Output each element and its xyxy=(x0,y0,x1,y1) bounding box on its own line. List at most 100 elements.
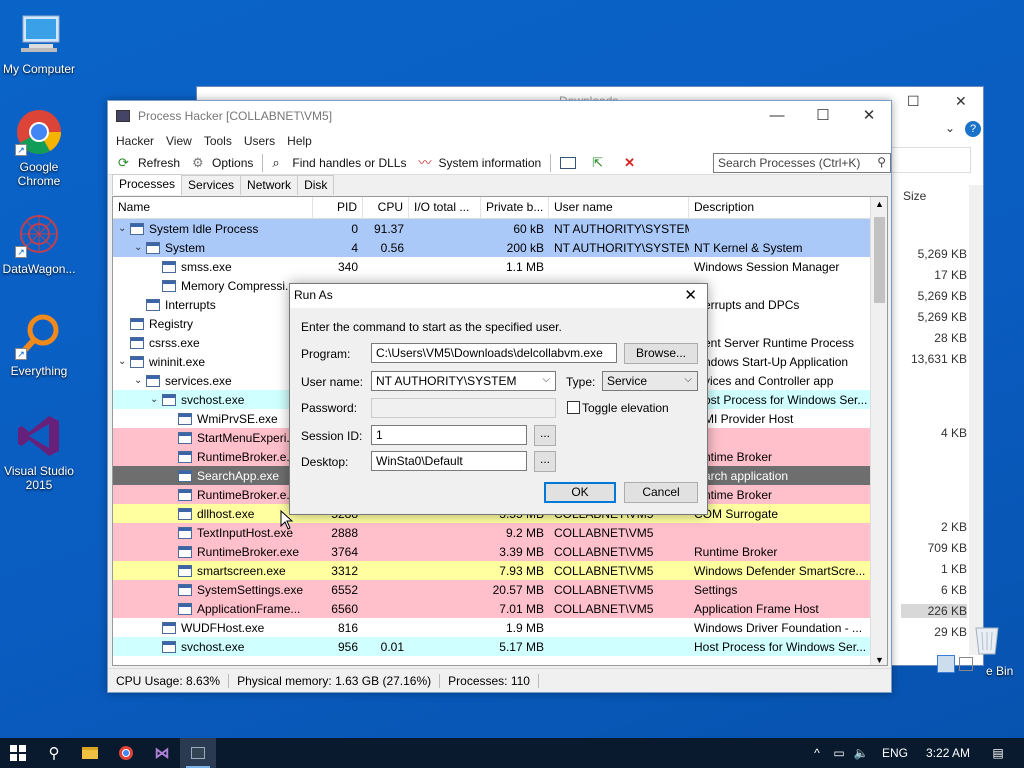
run-as-dialog[interactable]: Run As ✕ Enter the command to start as t… xyxy=(289,283,708,515)
desktop-icon-chrome[interactable]: ↗ Google Chrome xyxy=(1,108,77,188)
cancel-button[interactable]: Cancel xyxy=(624,482,698,503)
table-row[interactable]: RuntimeBroker.exe 3764 3.39 MB COLLABNET\VM… xyxy=(113,542,887,561)
close-icon[interactable]: ✕ xyxy=(955,93,967,110)
notification-icon[interactable]: ▤ xyxy=(978,746,1018,760)
process-name: SearchApp.exe xyxy=(197,468,280,483)
table-row[interactable]: TextInputHost.exe 2888 9.2 MB COLLABNET\VM5 xyxy=(113,523,887,542)
browse-button[interactable]: Browse... xyxy=(624,343,698,364)
column-headers: Name PID CPU I/O total ... Private b... … xyxy=(113,197,887,219)
table-row[interactable]: smartscreen.exe 3312 7.93 MB COLLABNET\VM5 W… xyxy=(113,561,887,580)
column-private-bytes[interactable]: Private b... xyxy=(481,197,549,218)
table-row[interactable]: ApplicationFrame... 6560 7.01 MB COLLABNET\… xyxy=(113,599,887,618)
menu-tools[interactable]: Tools xyxy=(198,134,238,148)
taskbar-chrome[interactable] xyxy=(108,738,144,768)
column-description[interactable]: Description xyxy=(689,197,869,218)
column-user-name[interactable]: User name xyxy=(549,197,689,218)
scroll-down-icon[interactable]: ▼ xyxy=(875,655,884,665)
find-handles-button[interactable]: ⌕ Find handles or DLLs xyxy=(266,152,412,174)
process-description-cell: ...arch application xyxy=(694,468,789,483)
process-name: WUDFHost.exe xyxy=(181,620,265,635)
table-row[interactable]: svchost.exe 956 0.01 5.17 MB Host Process fo… xyxy=(113,637,887,656)
size-column-header[interactable]: Size xyxy=(903,189,926,203)
desktop-browse-button[interactable]: ... xyxy=(534,451,556,472)
scrollbar-thumb[interactable] xyxy=(874,217,885,303)
minimize-icon[interactable]: — xyxy=(754,101,800,131)
clock[interactable]: 3:22 AM xyxy=(918,746,978,760)
type-select[interactable]: Service xyxy=(602,371,698,391)
process-name: svchost.exe xyxy=(181,392,245,407)
process-name: csrss.exe xyxy=(149,335,200,350)
maximize-icon[interactable]: ☐ xyxy=(907,93,920,110)
close-icon[interactable]: ✕ xyxy=(684,286,697,304)
run-as-titlebar[interactable]: Run As ✕ xyxy=(290,284,707,308)
menu-users[interactable]: Users xyxy=(238,134,281,148)
menu-view[interactable]: View xyxy=(160,134,198,148)
chevron-down-icon[interactable]: ⌄ xyxy=(150,394,162,405)
ok-button[interactable]: OK xyxy=(544,482,616,503)
desktop-icon-my-computer[interactable]: My Computer xyxy=(1,10,77,76)
chevron-down-icon[interactable]: ⌄ xyxy=(134,242,146,253)
chevron-down-icon[interactable]: ⌄ xyxy=(118,356,130,367)
refresh-button[interactable]: ⟳ Refresh xyxy=(112,152,186,174)
menu-hacker[interactable]: Hacker xyxy=(110,134,160,148)
password-field[interactable] xyxy=(371,398,556,418)
terminate-button[interactable]: ✕ xyxy=(618,152,650,174)
table-row[interactable]: smss.exe 340 1.1 MB Windows Session Manager xyxy=(113,257,887,276)
process-hacker-titlebar[interactable]: Process Hacker [COLLABNET\VM5] — ☐ ✕ xyxy=(108,101,891,131)
table-row[interactable]: WUDFHost.exe 816 1.9 MB Windows Driver Foun… xyxy=(113,618,887,637)
desktop-icon-everything[interactable]: ↗ Everything xyxy=(1,312,77,378)
chevron-up-icon[interactable]: ^ xyxy=(806,746,828,760)
column-pid[interactable]: PID xyxy=(313,197,363,218)
search-processes-input[interactable]: Search Processes (Ctrl+K) ⚲ xyxy=(713,153,891,173)
session-browse-button[interactable]: ... xyxy=(534,425,556,446)
session-id-label: Session ID: xyxy=(301,429,363,443)
desktop-icon-visual-studio[interactable]: Visual Studio 2015 xyxy=(1,412,77,492)
start-button[interactable] xyxy=(0,738,36,768)
toggle-elevation-label[interactable]: Toggle elevation xyxy=(582,401,669,415)
session-id-input[interactable]: 1 xyxy=(371,425,527,445)
recycle-bin-icon[interactable] xyxy=(972,620,1002,656)
table-row[interactable]: ⌄ System 4 0.56 200 kB NT AUTHORITY\SYSTEM NT … xyxy=(113,238,887,257)
program-input[interactable]: C:\Users\VM5\Downloads\delcollabvm.exe xyxy=(371,343,617,363)
system-information-button[interactable]: 〰 System information xyxy=(412,152,547,174)
help-icon[interactable]: ? xyxy=(965,121,981,137)
vertical-scrollbar[interactable]: ▲ ▼ xyxy=(870,197,887,665)
file-size: 2 KB xyxy=(940,520,967,534)
desktop-icon-datawagon[interactable]: ↗ DataWagon... xyxy=(1,210,77,276)
volume-muted-icon[interactable]: 🔈 xyxy=(850,746,872,760)
find-window-button[interactable]: ⇱ xyxy=(586,152,618,174)
window-button[interactable] xyxy=(554,152,586,174)
search-button[interactable]: ⚲ xyxy=(36,738,72,768)
taskbar-process-hacker[interactable] xyxy=(180,738,216,768)
user-name-select[interactable]: NT AUTHORITY\SYSTEM xyxy=(371,371,556,391)
options-button[interactable]: ⚙ Options xyxy=(186,152,259,174)
toggle-elevation-checkbox[interactable] xyxy=(567,401,580,414)
column-name[interactable]: Name xyxy=(113,197,313,218)
column-cpu[interactable]: CPU xyxy=(363,197,409,218)
chevron-down-icon[interactable]: ⌄ xyxy=(945,121,955,135)
menu-help[interactable]: Help xyxy=(281,134,318,148)
tiles-view-icon[interactable] xyxy=(959,657,973,671)
tab-processes[interactable]: Processes xyxy=(112,174,183,195)
scroll-up-icon[interactable]: ▲ xyxy=(875,199,884,209)
maximize-icon[interactable]: ☐ xyxy=(800,101,846,131)
taskbar-file-explorer[interactable] xyxy=(72,738,108,768)
chevron-down-icon[interactable]: ⌄ xyxy=(118,223,130,234)
column-io-total[interactable]: I/O total ... xyxy=(409,197,481,218)
tab-services[interactable]: Services xyxy=(181,175,242,195)
taskbar-visual-studio[interactable]: ⋈ xyxy=(144,738,180,768)
chevron-down-icon[interactable]: ⌄ xyxy=(134,375,146,386)
close-icon[interactable]: ✕ xyxy=(846,101,892,131)
process-name-cell: SystemSettings.exe xyxy=(113,583,313,597)
table-row[interactable]: SystemSettings.exe 6552 20.57 MB COLLABNET\… xyxy=(113,580,887,599)
tab-disk[interactable]: Disk xyxy=(297,175,335,195)
desktop-input[interactable]: WinSta0\Default xyxy=(371,451,527,471)
table-row[interactable]: ⌄ System Idle Process 0 91.37 60 kB NT AUTHOR… xyxy=(113,219,887,238)
explorer-scrollbar[interactable] xyxy=(969,185,983,655)
language-indicator[interactable]: ENG xyxy=(872,746,918,760)
tab-network[interactable]: Network xyxy=(240,175,299,195)
network-icon[interactable]: ▭ xyxy=(828,746,850,760)
process-description-cell: ...MI Provider Host xyxy=(694,411,794,426)
explorer-search-box[interactable] xyxy=(881,147,971,173)
details-view-icon[interactable] xyxy=(937,655,955,673)
